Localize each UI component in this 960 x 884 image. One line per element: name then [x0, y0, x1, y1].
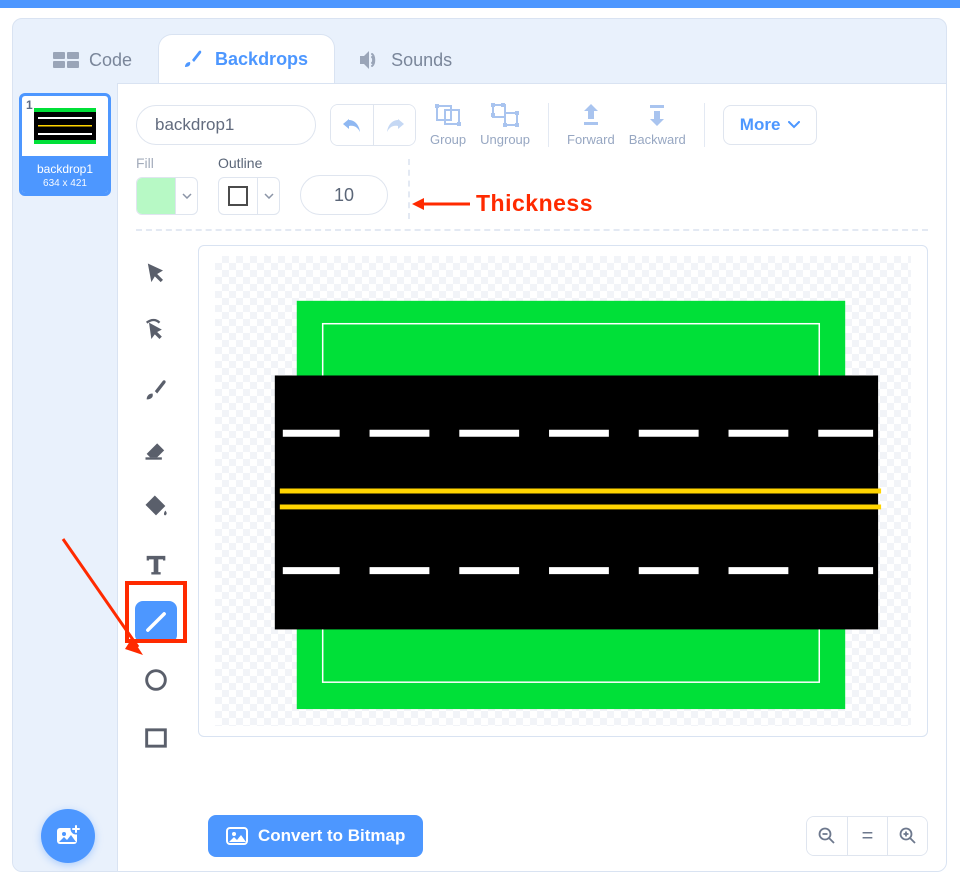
fill-color-picker[interactable]: [136, 177, 198, 215]
tab-sounds[interactable]: Sounds: [335, 37, 478, 83]
separator: [548, 103, 549, 147]
ungroup-label: Ungroup: [480, 132, 530, 147]
thumbnail-name: backdrop1: [22, 162, 108, 176]
code-icon: [53, 49, 79, 71]
add-backdrop-button[interactable]: [41, 809, 95, 863]
costume-name-input[interactable]: [136, 105, 316, 145]
drawing-canvas[interactable]: [198, 245, 928, 737]
tab-bar: Code Backdrops Sounds: [13, 19, 946, 83]
fill-label: Fill: [136, 155, 198, 171]
tab-sounds-label: Sounds: [391, 50, 452, 71]
select-tool[interactable]: [135, 253, 177, 295]
backward-button[interactable]: Backward: [629, 102, 686, 147]
fill-tool[interactable]: [135, 485, 177, 527]
tab-code-label: Code: [89, 50, 132, 71]
rectangle-tool[interactable]: [135, 717, 177, 759]
brush-tool[interactable]: [135, 369, 177, 411]
annotation-thickness: Thickness: [410, 190, 593, 217]
group-label: Group: [430, 132, 466, 147]
backdrop-thumbnail[interactable]: 1 backdrop1 634 x 421: [19, 93, 111, 196]
group-button[interactable]: Group: [430, 102, 466, 147]
zoom-out-button[interactable]: [807, 817, 847, 855]
circle-tool[interactable]: [135, 659, 177, 701]
separator: [704, 103, 705, 147]
fill-dropdown-icon: [175, 178, 197, 214]
zoom-in-button[interactable]: [887, 817, 927, 855]
fill-swatch: [137, 178, 175, 214]
paintbrush-icon: [181, 47, 205, 71]
paint-editor: Group Ungroup Forward Backward More: [118, 83, 946, 871]
line-tool[interactable]: [135, 601, 177, 643]
bitmap-icon: [226, 826, 248, 846]
chevron-down-icon: [788, 121, 800, 129]
thumbnail-dims: 634 x 421: [22, 178, 108, 189]
backward-label: Backward: [629, 132, 686, 147]
sound-icon: [357, 49, 381, 71]
more-button[interactable]: More: [723, 105, 818, 145]
zoom-out-icon: [818, 827, 836, 845]
canvas-content: [215, 256, 911, 726]
thumbnail-index: 1: [26, 98, 33, 112]
convert-label: Convert to Bitmap: [258, 826, 405, 846]
tool-palette: [128, 245, 184, 759]
tab-backdrops-label: Backdrops: [215, 49, 308, 70]
forward-button[interactable]: Forward: [567, 102, 615, 147]
backdrop-list: 1 backdrop1 634 x 421: [13, 83, 118, 871]
zoom-reset-button[interactable]: =: [847, 817, 887, 855]
outline-label: Outline: [218, 155, 280, 171]
ungroup-button[interactable]: Ungroup: [480, 102, 530, 147]
forward-label: Forward: [567, 132, 615, 147]
outline-dropdown-icon: [257, 178, 279, 214]
convert-to-bitmap-button[interactable]: Convert to Bitmap: [208, 815, 423, 857]
text-tool[interactable]: [135, 543, 177, 585]
zoom-reset-label: =: [862, 825, 874, 848]
eraser-tool[interactable]: [135, 427, 177, 469]
zoom-in-icon: [899, 827, 917, 845]
outline-color-picker[interactable]: [218, 177, 280, 215]
redo-button[interactable]: [373, 105, 415, 145]
more-label: More: [740, 115, 781, 135]
tab-code[interactable]: Code: [31, 37, 158, 83]
outline-thickness-input[interactable]: [300, 175, 388, 215]
thumbnail-preview: [22, 96, 108, 156]
undo-redo-group: [330, 104, 416, 146]
outline-swatch: [219, 178, 257, 214]
window-top-accent: [0, 0, 960, 8]
zoom-controls: =: [806, 816, 928, 856]
annotation-thickness-label: Thickness: [476, 190, 593, 217]
reshape-tool[interactable]: [135, 311, 177, 353]
editor-panel: Code Backdrops Sounds 1 backdrop1: [12, 18, 947, 872]
undo-button[interactable]: [331, 105, 373, 145]
tab-backdrops[interactable]: Backdrops: [158, 34, 335, 83]
